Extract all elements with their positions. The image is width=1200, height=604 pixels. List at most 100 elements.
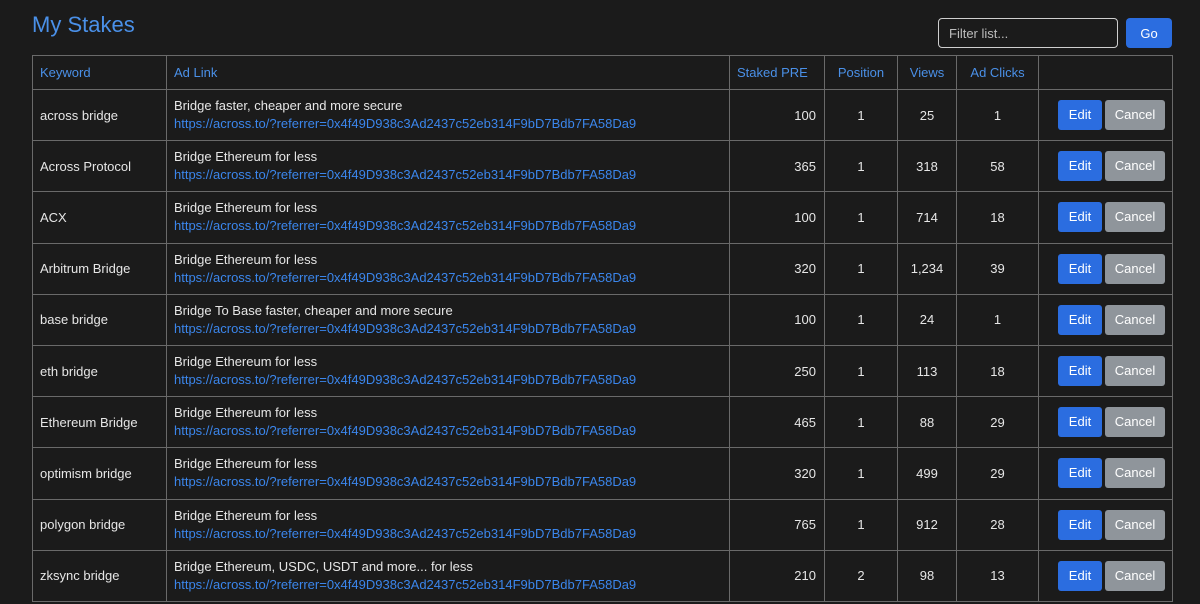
edit-button[interactable]: Edit	[1058, 100, 1102, 131]
ad-clicks-cell: 1	[956, 88, 1039, 142]
cancel-button[interactable]: Cancel	[1105, 253, 1165, 284]
column-header-position[interactable]: Position	[824, 55, 898, 90]
cancel-button[interactable]: Cancel	[1105, 100, 1165, 131]
column-header-ad-clicks[interactable]: Ad Clicks	[956, 55, 1039, 90]
column-header-views[interactable]: Views	[897, 55, 957, 90]
cancel-button[interactable]: Cancel	[1105, 151, 1165, 182]
ad-url-link[interactable]: https://across.to/?referrer=0x4f49D938c3…	[174, 576, 722, 594]
staked-pre-cell: 465	[729, 396, 825, 449]
keyword-cell: base bridge	[32, 293, 167, 346]
ad-link-cell: Bridge To Base faster, cheaper and more …	[166, 293, 730, 346]
edit-button[interactable]: Edit	[1058, 458, 1102, 489]
ad-url-link[interactable]: https://across.to/?referrer=0x4f49D938c3…	[174, 115, 722, 133]
ad-title: Bridge Ethereum for less	[174, 456, 318, 472]
position-cell: 1	[824, 242, 898, 295]
ad-title: Bridge faster, cheaper and more secure	[174, 98, 403, 114]
ad-link-cell: Bridge Ethereum for less https://across.t…	[166, 242, 730, 295]
cancel-button[interactable]: Cancel	[1105, 304, 1165, 335]
table-row: eth bridge Bridge Ethereum for less https:…	[32, 344, 1173, 398]
column-header-actions	[1038, 55, 1173, 90]
position-cell: 1	[824, 498, 898, 551]
ad-url-link[interactable]: https://across.to/?referrer=0x4f49D938c3…	[174, 269, 722, 287]
ad-clicks-cell: 39	[956, 242, 1039, 295]
table-row: Arbitrum Bridge Bridge Ethereum for less h…	[32, 242, 1173, 295]
keyword-cell: eth bridge	[32, 344, 167, 398]
ad-title: Bridge Ethereum for less	[174, 251, 318, 267]
actions-cell: Edit Cancel	[1038, 191, 1173, 244]
table-row: polygon bridge Bridge Ethereum for less ht…	[32, 498, 1173, 551]
column-header-staked-pre[interactable]: Staked PRE	[729, 55, 825, 90]
ad-clicks-cell: 29	[956, 447, 1039, 500]
table-row: Ethereum Bridge Bridge Ethereum for less h…	[32, 396, 1173, 449]
cancel-button[interactable]: Cancel	[1105, 560, 1165, 591]
actions-cell: Edit Cancel	[1038, 344, 1173, 398]
position-cell: 2	[824, 549, 898, 602]
position-cell: 1	[824, 344, 898, 398]
staked-pre-cell: 250	[729, 344, 825, 398]
table-row: across bridge Bridge faster, cheaper and …	[32, 88, 1173, 142]
edit-button[interactable]: Edit	[1058, 356, 1102, 387]
keyword-cell: polygon bridge	[32, 498, 167, 551]
edit-button[interactable]: Edit	[1058, 407, 1102, 438]
cancel-button[interactable]: Cancel	[1105, 202, 1165, 233]
ad-link-cell: Bridge Ethereum for less https://across.t…	[166, 447, 730, 500]
cancel-button[interactable]: Cancel	[1105, 407, 1165, 438]
actions-cell: Edit Cancel	[1038, 549, 1173, 602]
ad-link-cell: Bridge Ethereum, USDC, USDT and more... …	[166, 549, 730, 602]
ad-title: Bridge Ethereum, USDC, USDT and more... …	[174, 558, 473, 574]
edit-button[interactable]: Edit	[1058, 202, 1102, 233]
ad-url-link[interactable]: https://across.to/?referrer=0x4f49D938c3…	[174, 525, 722, 543]
ad-clicks-cell: 28	[956, 498, 1039, 551]
ad-url-link[interactable]: https://across.to/?referrer=0x4f49D938c3…	[174, 320, 722, 338]
ad-clicks-cell: 18	[956, 191, 1039, 244]
cancel-button[interactable]: Cancel	[1105, 458, 1165, 489]
views-cell: 912	[897, 498, 957, 551]
staked-pre-cell: 320	[729, 242, 825, 295]
actions-cell: Edit Cancel	[1038, 140, 1173, 193]
position-cell: 1	[824, 396, 898, 449]
ad-link-cell: Bridge Ethereum for less https://across.t…	[166, 396, 730, 449]
actions-cell: Edit Cancel	[1038, 88, 1173, 142]
cancel-button[interactable]: Cancel	[1105, 509, 1165, 540]
views-cell: 25	[897, 88, 957, 142]
ad-url-link[interactable]: https://across.to/?referrer=0x4f49D938c3…	[174, 166, 722, 184]
cancel-button[interactable]: Cancel	[1105, 356, 1165, 387]
column-header-keyword[interactable]: Keyword	[32, 55, 167, 90]
ad-link-cell: Bridge Ethereum for less https://across.t…	[166, 498, 730, 551]
table-header-row: Keyword Ad Link Staked PRE Position View…	[32, 55, 1173, 90]
staked-pre-cell: 320	[729, 447, 825, 500]
position-cell: 1	[824, 191, 898, 244]
edit-button[interactable]: Edit	[1058, 253, 1102, 284]
go-button[interactable]: Go	[1126, 18, 1172, 48]
ad-url-link[interactable]: https://across.to/?referrer=0x4f49D938c3…	[174, 371, 722, 389]
edit-button[interactable]: Edit	[1058, 151, 1102, 182]
staked-pre-cell: 100	[729, 88, 825, 142]
table-body: across bridge Bridge faster, cheaper and …	[32, 88, 1173, 602]
table-row: Across Protocol Bridge Ethereum for less h…	[32, 140, 1173, 193]
table-row: base bridge Bridge To Base faster, cheape…	[32, 293, 1173, 346]
edit-button[interactable]: Edit	[1058, 304, 1102, 335]
keyword-cell: optimism bridge	[32, 447, 167, 500]
ad-url-link[interactable]: https://across.to/?referrer=0x4f49D938c3…	[174, 473, 722, 491]
stakes-page: My Stakes Go Keyword Ad Link Staked PRE …	[0, 0, 1200, 604]
ad-title: Bridge Ethereum for less	[174, 200, 318, 216]
ad-title: Bridge To Base faster, cheaper and more …	[174, 302, 453, 318]
page-title: My Stakes	[32, 12, 135, 37]
keyword-cell: across bridge	[32, 88, 167, 142]
ad-url-link[interactable]: https://across.to/?referrer=0x4f49D938c3…	[174, 217, 722, 235]
views-cell: 88	[897, 396, 957, 449]
position-cell: 1	[824, 447, 898, 500]
ad-clicks-cell: 18	[956, 344, 1039, 398]
ad-clicks-cell: 13	[956, 549, 1039, 602]
ad-title: Bridge Ethereum for less	[174, 507, 318, 523]
views-cell: 318	[897, 140, 957, 193]
edit-button[interactable]: Edit	[1058, 560, 1102, 591]
filter-input[interactable]	[938, 18, 1118, 48]
actions-cell: Edit Cancel	[1038, 498, 1173, 551]
ad-url-link[interactable]: https://across.to/?referrer=0x4f49D938c3…	[174, 422, 722, 440]
edit-button[interactable]: Edit	[1058, 509, 1102, 540]
views-cell: 714	[897, 191, 957, 244]
column-header-ad-link[interactable]: Ad Link	[166, 55, 730, 90]
staked-pre-cell: 765	[729, 498, 825, 551]
staked-pre-cell: 365	[729, 140, 825, 193]
